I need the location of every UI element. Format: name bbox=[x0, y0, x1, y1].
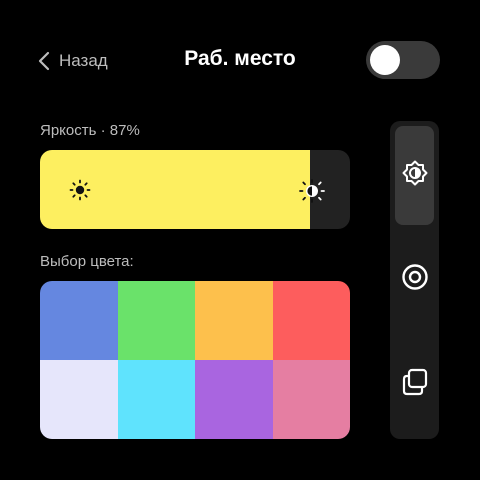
brightness-mode-button[interactable] bbox=[395, 126, 434, 225]
page-title: Раб. место bbox=[184, 47, 296, 70]
sun-high-icon bbox=[297, 178, 327, 209]
color-swatch[interactable] bbox=[117, 360, 195, 439]
color-swatch[interactable] bbox=[272, 281, 350, 360]
brightness-mode-icon bbox=[401, 159, 429, 192]
color-palette bbox=[40, 281, 350, 439]
workspace-toggle[interactable] bbox=[366, 41, 440, 79]
back-label: Назад bbox=[59, 51, 108, 70]
brightness-label: Яркость · 87% bbox=[40, 122, 140, 139]
color-swatch[interactable] bbox=[272, 360, 350, 439]
color-swatch[interactable] bbox=[40, 281, 118, 360]
copy-button[interactable] bbox=[395, 362, 434, 406]
color-swatch[interactable] bbox=[195, 281, 273, 360]
toggle-knob bbox=[370, 45, 400, 75]
color-swatch[interactable] bbox=[40, 360, 118, 439]
back-button[interactable]: Назад bbox=[38, 48, 108, 74]
color-picker-label: Выбор цвета: bbox=[40, 253, 134, 270]
chevron-left-icon bbox=[38, 51, 50, 71]
target-button[interactable] bbox=[395, 257, 434, 301]
target-icon bbox=[401, 263, 429, 296]
copy-icon bbox=[400, 367, 430, 402]
color-swatch[interactable] bbox=[117, 281, 195, 360]
sun-low-icon bbox=[68, 178, 92, 207]
color-swatch[interactable] bbox=[195, 360, 273, 439]
